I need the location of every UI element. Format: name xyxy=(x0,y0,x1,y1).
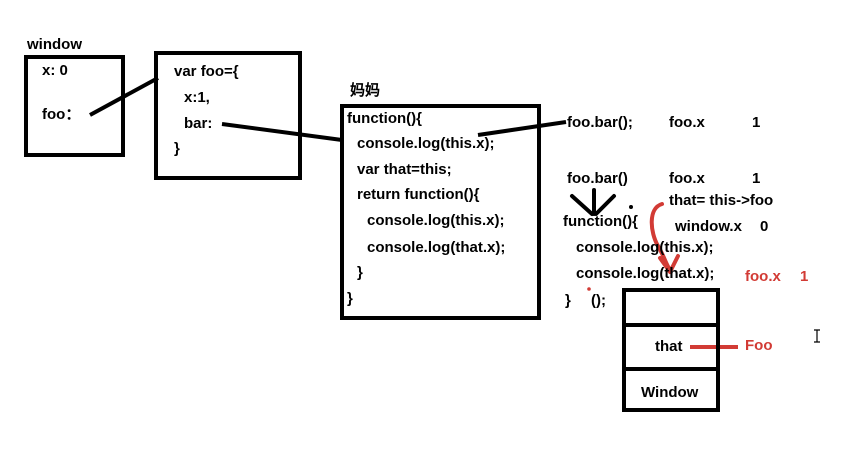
stack-frame-top xyxy=(622,288,720,327)
call-one-property: foo.x xyxy=(669,114,705,131)
function-line-4: return function(){ xyxy=(357,186,480,203)
function-line-7: } xyxy=(357,264,363,281)
inner-function-call: (); xyxy=(591,292,606,309)
mother-label: 妈妈 xyxy=(350,82,381,99)
foo-object-line-2: x:1, xyxy=(184,89,210,106)
window-x-property: x: 0 xyxy=(42,62,68,79)
call-branch-strokes xyxy=(570,188,616,216)
inner-function-line-4: } xyxy=(565,292,571,309)
foo-object-line-3: bar: xyxy=(184,115,213,132)
window-foo-property: foo： xyxy=(42,106,81,123)
inner-function-line-2: console.log(this.x); xyxy=(576,239,714,256)
black-dot-mark xyxy=(629,205,633,209)
call-two-value: 1 xyxy=(752,170,761,187)
function-line-8: } xyxy=(347,290,353,307)
stack-that-label: that xyxy=(655,338,683,355)
stack-foo-label: Foo xyxy=(745,337,773,354)
window-x-note-property: window.x xyxy=(675,218,742,235)
result-note-value: 1 xyxy=(800,268,809,285)
call-two-expression: foo.bar() xyxy=(567,170,628,187)
inner-function-line-3: console.log(that.x); xyxy=(576,265,715,282)
foo-object-line-1: var foo={ xyxy=(174,63,239,80)
result-note-property: foo.x xyxy=(745,268,781,285)
inner-function-line-1: function(){ xyxy=(563,213,638,230)
that-binding-note: that= this->foo xyxy=(669,192,774,209)
function-line-2: console.log(this.x); xyxy=(357,135,495,152)
window-title: window xyxy=(27,36,82,53)
window-x-note-value: 0 xyxy=(760,218,769,235)
stack-window-label: Window xyxy=(641,384,699,401)
red-dot-mark xyxy=(587,287,591,291)
call-one-value: 1 xyxy=(752,114,761,131)
call-one-expression: foo.bar(); xyxy=(567,114,633,131)
text-cursor-icon xyxy=(814,329,820,343)
function-line-6: console.log(that.x); xyxy=(367,239,506,256)
function-line-5: console.log(this.x); xyxy=(367,212,505,229)
diagram-canvas: window x: 0 foo： var foo={ x:1, bar: } 妈… xyxy=(0,0,850,455)
call-two-property: foo.x xyxy=(669,170,705,187)
function-line-3: var that=this; xyxy=(357,161,452,178)
function-line-1: function(){ xyxy=(347,110,422,127)
foo-object-line-4: } xyxy=(174,140,180,157)
